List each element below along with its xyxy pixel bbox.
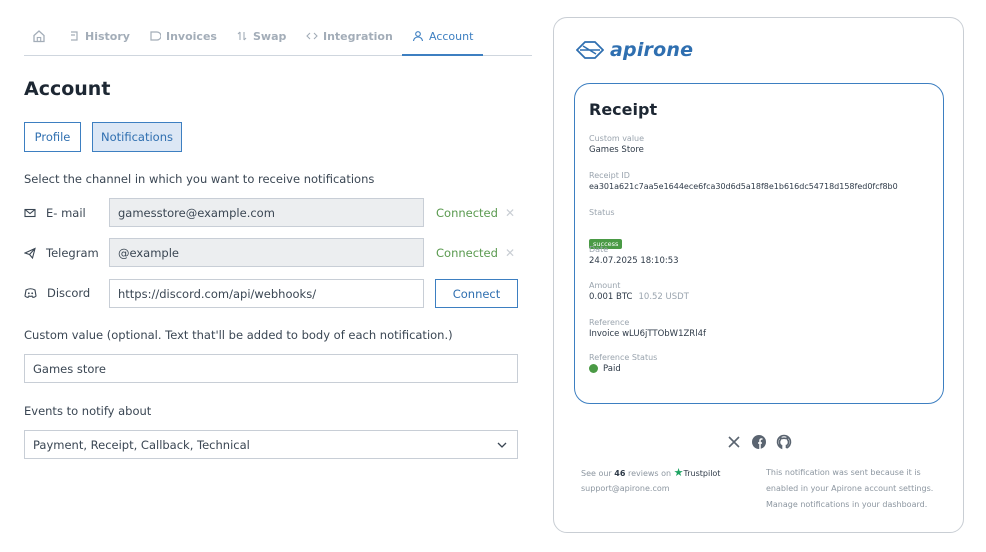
tab-history[interactable]: History <box>68 30 130 56</box>
email-status: Connected <box>436 206 498 220</box>
email-remove-icon[interactable]: ✕ <box>505 199 515 227</box>
reference-status-value: Paid <box>603 364 621 374</box>
custom-value-field[interactable]: Games store <box>24 354 518 383</box>
profile-tab-button[interactable]: Profile <box>24 122 81 152</box>
footer-reviews: See our 46 reviews on ★Trustpilot suppor… <box>581 465 720 496</box>
amount-btc: 0.001 BTC <box>589 292 633 302</box>
invoice-icon <box>150 31 161 41</box>
custom-value-text: Games Store <box>589 145 644 155</box>
amount-row: 0.001 BTC 10.52 USDT <box>589 292 689 302</box>
amount-label: Amount <box>589 281 621 290</box>
notification-preview-card: apirone Receipt Custom value Games Store… <box>553 17 964 533</box>
user-icon <box>412 31 424 42</box>
discord-connect-button[interactable]: Connect <box>435 279 518 308</box>
history-icon <box>71 31 78 41</box>
reviews-suffix: reviews on <box>627 469 672 478</box>
telegram-status: Connected <box>436 246 498 260</box>
trustpilot-link[interactable]: Trustpilot <box>684 469 721 478</box>
events-select-value: Payment, Receipt, Callback, Technical <box>33 437 250 452</box>
telegram-label: Telegram <box>46 246 99 260</box>
receipt-id-label: Receipt ID <box>589 171 630 180</box>
telegram-remove-icon[interactable]: ✕ <box>505 239 515 267</box>
top-nav: History Invoices Swap Integration Accoun… <box>24 22 532 56</box>
tab-swap-label: Swap <box>253 30 287 43</box>
swap-icon <box>237 31 247 41</box>
notifications-tab-button[interactable]: Notifications <box>92 122 182 152</box>
github-icon[interactable] <box>776 434 792 450</box>
page-title: Account <box>24 78 111 100</box>
code-icon <box>306 32 318 40</box>
tab-integration[interactable]: Integration <box>306 30 393 56</box>
email-row-label: E- mail <box>24 199 86 227</box>
date-label: Date <box>589 245 609 254</box>
apirone-logo-icon <box>576 41 604 59</box>
x-twitter-icon[interactable] <box>726 434 742 450</box>
tab-invoices-label: Invoices <box>166 30 217 43</box>
discord-icon <box>24 288 37 298</box>
receipt-title: Receipt <box>589 100 658 119</box>
reference-status: Paid <box>589 364 621 374</box>
receipt-box: Receipt Custom value Games Store Receipt… <box>574 83 944 404</box>
receipt-id-value: ea301a621c7aa5e1644ece6fca30d6d5a18f8e1b… <box>589 182 898 191</box>
trustpilot-star-icon: ★ <box>673 466 684 479</box>
status-label: Status <box>589 208 615 217</box>
reference-label: Reference <box>589 318 630 327</box>
telegram-row-label: Telegram <box>24 239 99 267</box>
tab-history-label: History <box>85 30 130 43</box>
footer-note: This notification was sent because it is… <box>766 465 956 513</box>
apirone-logo: apirone <box>576 39 693 61</box>
reference-status-label: Reference Status <box>589 353 658 362</box>
discord-label: Discord <box>47 286 91 300</box>
custom-value-label: Custom value (optional. Text that'll be … <box>24 328 453 342</box>
telegram-field[interactable]: @example <box>109 238 424 267</box>
mail-icon <box>24 208 36 218</box>
footer-note-line1: This notification was sent because it is <box>766 468 921 477</box>
tab-invoices[interactable]: Invoices <box>149 30 217 56</box>
discord-row-label: Discord <box>24 279 90 307</box>
footer-note-line2: enabled in your Apirone account settings… <box>766 484 934 493</box>
facebook-icon[interactable] <box>751 434 767 450</box>
tab-account[interactable]: Account <box>402 30 484 56</box>
date-value: 24.07.2025 18:10:53 <box>589 256 679 266</box>
chevron-down-icon <box>497 442 507 448</box>
reference-value: Invoice wLU6jTTObW1ZRl4f <box>589 329 706 339</box>
email-field[interactable]: gamesstore@example.com <box>109 198 424 227</box>
discord-webhook-field[interactable]: https://discord.com/api/webhooks/ <box>109 279 424 308</box>
paid-status-dot <box>589 364 598 373</box>
events-label: Events to notify about <box>24 404 152 418</box>
channel-prompt: Select the channel in which you want to … <box>24 172 375 186</box>
support-email[interactable]: support@apirone.com <box>581 481 720 496</box>
reviews-prefix: See our <box>581 469 612 478</box>
home-icon[interactable] <box>32 29 46 43</box>
reviews-count: 46 <box>614 469 626 478</box>
custom-value-field-label: Custom value <box>589 134 645 143</box>
brand-name: apirone <box>610 39 694 61</box>
amount-usdt: 10.52 USDT <box>638 292 689 302</box>
events-select[interactable]: Payment, Receipt, Callback, Technical <box>24 430 518 459</box>
telegram-icon <box>24 247 36 259</box>
tab-swap[interactable]: Swap <box>236 30 286 56</box>
footer-note-line3: Manage notifications in your dashboard. <box>766 500 928 509</box>
tab-account-label: Account <box>429 30 474 43</box>
tab-integration-label: Integration <box>323 30 393 43</box>
email-label: E- mail <box>46 206 86 220</box>
